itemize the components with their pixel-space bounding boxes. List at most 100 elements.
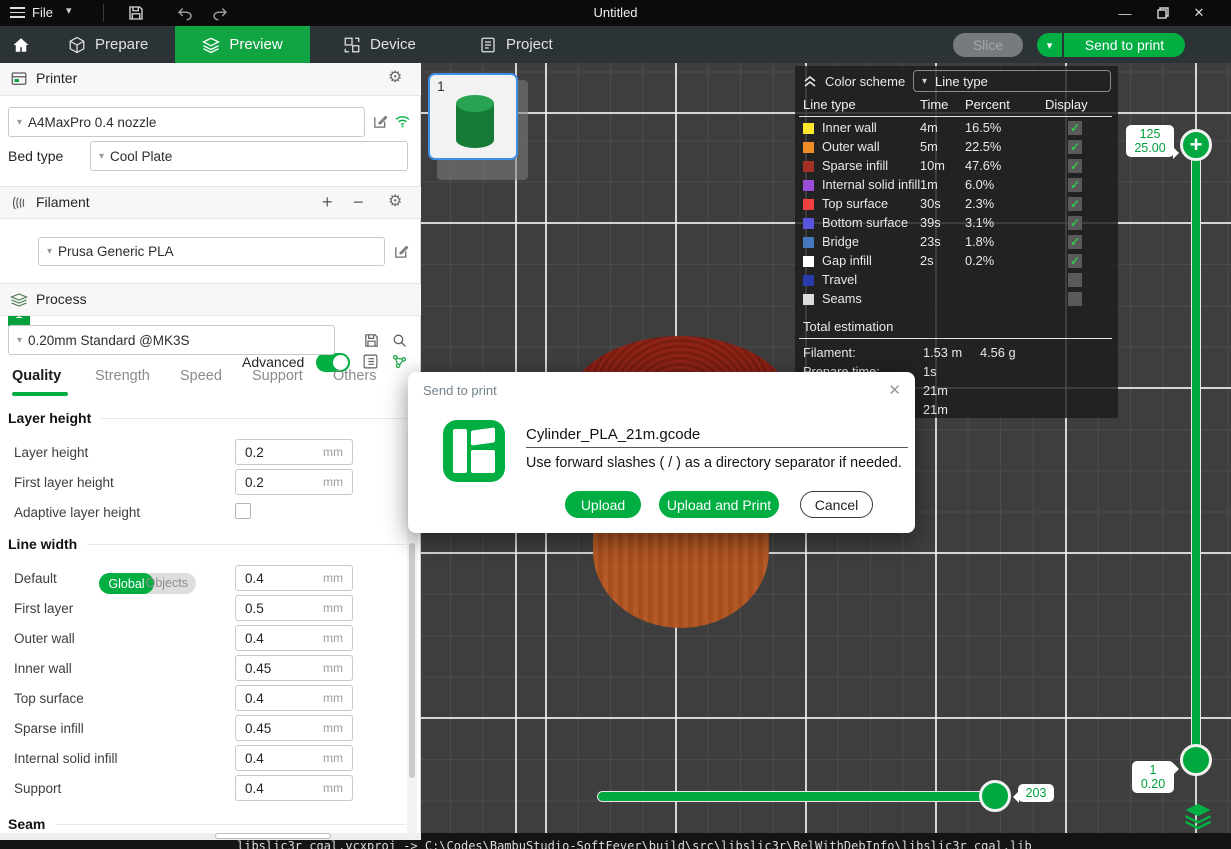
remove-filament-icon[interactable]: − (353, 192, 364, 213)
first-layer-height-value[interactable] (236, 475, 306, 490)
settings-scrollbar-thumb[interactable] (409, 543, 415, 778)
group-title-line-width: Line width (8, 536, 406, 552)
printer-edit-icon[interactable] (372, 113, 389, 130)
time-value: 23s (920, 234, 941, 249)
dialog-title: Send to print (423, 383, 497, 398)
color-swatch (803, 218, 814, 229)
display-checkbox[interactable] (1068, 273, 1082, 287)
outer-wall-line-width-value[interactable] (236, 631, 306, 646)
sparse-infill-line-width-input[interactable]: mm (235, 715, 353, 741)
tab-speed[interactable]: Speed (180, 368, 222, 384)
process-section-title: Process (36, 291, 87, 307)
tab-quality[interactable]: Quality (12, 368, 61, 384)
tab-device-label: Device (370, 36, 416, 53)
display-checkbox[interactable]: ✓ (1068, 235, 1082, 249)
inner-wall-line-width-input[interactable]: mm (235, 655, 353, 681)
process-scope-objects[interactable]: Objects (146, 576, 188, 590)
close-button[interactable]: ✕ (1182, 0, 1216, 26)
adaptive-layer-height-checkbox[interactable] (235, 503, 251, 519)
dialog-close-icon[interactable]: ✕ (888, 381, 901, 399)
first-layer-height-input[interactable]: mm (235, 469, 353, 495)
display-checkbox[interactable]: ✓ (1068, 121, 1082, 135)
tab-preview[interactable]: Preview (175, 26, 310, 63)
top-surface-line-width-input[interactable]: mm (235, 685, 353, 711)
support-line-width-value[interactable] (236, 781, 306, 796)
printer-preset-select[interactable]: ▾ A4MaxPro 0.4 nozzle (8, 107, 365, 137)
tab-strength[interactable]: Strength (95, 368, 150, 384)
tab-project[interactable]: Project (479, 26, 553, 63)
display-checkbox[interactable]: ✓ (1068, 197, 1082, 211)
display-checkbox[interactable]: ✓ (1068, 159, 1082, 173)
total-value2: 4.56 g (980, 345, 1016, 360)
layer-slider-track[interactable] (1192, 145, 1200, 760)
col-time: Time (920, 97, 948, 112)
inner-wall-line-width-value[interactable] (236, 661, 306, 676)
slice-button[interactable]: Slice (953, 33, 1023, 57)
left-panel: Printer ⚙ ▾ A4MaxPro 0.4 nozzle Bed type… (0, 63, 421, 839)
line-type-label: Internal solid infill (822, 177, 920, 192)
layer-slider-bottom-handle[interactable] (1180, 744, 1212, 776)
internal-solid-infill-line-width-value[interactable] (236, 751, 306, 766)
sparse-infill-line-width-value[interactable] (236, 721, 306, 736)
layer-height-input[interactable]: mm (235, 439, 353, 465)
display-checkbox[interactable]: ✓ (1068, 178, 1082, 192)
support-line-width-input[interactable]: mm (235, 775, 353, 801)
filament-edit-icon[interactable] (393, 243, 410, 260)
collapse-chevrons-icon[interactable] (803, 74, 817, 88)
tab-device[interactable]: Device (343, 26, 416, 63)
display-checkbox[interactable] (1068, 292, 1082, 306)
printer-settings-gear-icon[interactable]: ⚙ (388, 70, 402, 86)
home-tab[interactable] (12, 26, 30, 63)
printer-wifi-icon[interactable] (394, 113, 411, 130)
filament-icon (10, 194, 28, 212)
add-filament-icon[interactable]: + (322, 192, 333, 213)
maximize-button[interactable] (1146, 0, 1180, 26)
search-icon[interactable] (391, 332, 408, 349)
plate-thumbnail[interactable]: 1 (428, 73, 518, 160)
outer-wall-line-width-input[interactable]: mm (235, 625, 353, 651)
legend-row: Bottom surface 39s 3.1% ✓ (795, 214, 1118, 233)
filament-settings-gear-icon[interactable]: ⚙ (388, 194, 402, 210)
color-scheme-label[interactable]: Color scheme (825, 74, 905, 89)
bed-type-select[interactable]: ▾ Cool Plate (90, 141, 408, 171)
process-preset-select[interactable]: ▾ 0.20mm Standard @MK3S (8, 325, 335, 355)
minimize-button[interactable]: — (1108, 0, 1142, 26)
filename-input[interactable] (526, 422, 908, 448)
first-layer-line-width-value[interactable] (236, 601, 306, 616)
line-type-label: Bottom surface (822, 215, 908, 230)
display-checkbox[interactable]: ✓ (1068, 254, 1082, 268)
save-preset-icon[interactable] (363, 332, 380, 349)
default-line-width-input[interactable]: mm (235, 565, 353, 591)
layer-height-value[interactable] (236, 445, 306, 460)
display-checkbox[interactable]: ✓ (1068, 140, 1082, 154)
view-mode-select[interactable]: ▾ Line type (913, 70, 1111, 92)
active-tab-underline (12, 392, 68, 396)
default-line-width-value[interactable] (236, 571, 306, 586)
upload-button[interactable]: Upload (565, 491, 641, 518)
line-type-label: Outer wall (822, 139, 880, 154)
upload-and-print-button[interactable]: Upload and Print (659, 491, 779, 518)
color-swatch (803, 161, 814, 172)
filament-preset-select[interactable]: ▾ Prusa Generic PLA (38, 237, 385, 266)
console-output: libslic3r_cgal.vcxproj -> C:\Codes\Bambu… (237, 839, 1032, 849)
first-layer-line-width-input[interactable]: mm (235, 595, 353, 621)
send-dropdown-chevron-icon[interactable]: ▾ (1037, 33, 1062, 57)
top-surface-line-width-value[interactable] (236, 691, 306, 706)
chevron-down-icon: ▾ (17, 117, 22, 128)
move-slider-track[interactable] (598, 792, 1000, 801)
cancel-button[interactable]: Cancel (800, 491, 873, 518)
display-checkbox[interactable]: ✓ (1068, 216, 1082, 230)
tab-support[interactable]: Support (252, 368, 303, 384)
process-scope-toggle[interactable]: Global Objects (99, 573, 196, 594)
parameter-graph-icon[interactable] (391, 353, 408, 370)
move-slider-handle[interactable] (979, 780, 1011, 812)
send-to-print-button[interactable]: Send to print (1064, 33, 1185, 57)
tab-others[interactable]: Others (333, 368, 377, 384)
tab-project-label: Project (506, 36, 553, 53)
internal-solid-infill-line-width-input[interactable]: mm (235, 745, 353, 771)
tab-prepare[interactable]: Prepare (68, 26, 148, 63)
layers-icon[interactable] (1183, 800, 1213, 830)
layer-slider-top-handle[interactable]: + (1180, 129, 1212, 161)
setting-label: Internal solid infill (14, 751, 118, 766)
unit-label: mm (323, 661, 343, 675)
